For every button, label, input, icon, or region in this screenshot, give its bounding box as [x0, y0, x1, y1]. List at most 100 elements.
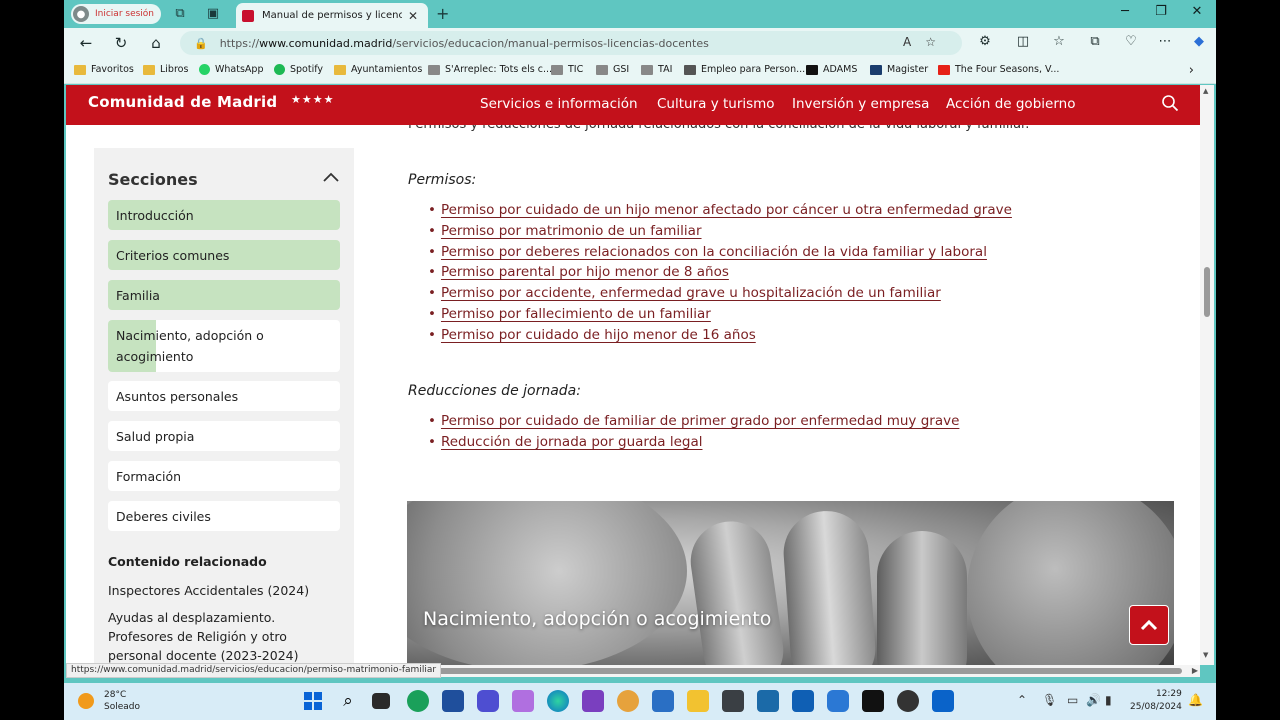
bookmark-item[interactable]: TAI	[641, 64, 672, 75]
new-tab-icon[interactable]: +	[436, 4, 449, 23]
section-familia[interactable]: Familia	[108, 280, 340, 310]
nav-cultura[interactable]: Cultura y turismo	[657, 96, 775, 112]
tab-actions-icon[interactable]: ▣	[205, 6, 221, 22]
read-aloud-icon[interactable]: A	[903, 35, 925, 49]
permiso-link[interactable]: Permiso parental por hijo menor de 8 año…	[441, 264, 729, 280]
snipping-tool-icon[interactable]	[512, 690, 534, 712]
section-criterios-comunes[interactable]: Criterios comunes	[108, 240, 340, 270]
reduccion-link[interactable]: Permiso por cuidado de familiar de prime…	[441, 413, 959, 429]
clock[interactable]: 12:29 25/08/2024	[1130, 688, 1182, 714]
copilot-icon[interactable]: ◆	[1190, 34, 1208, 49]
bookmark-item[interactable]: Ayuntamientos	[334, 64, 422, 75]
bookmarks-more-icon[interactable]: ›	[1189, 63, 1194, 78]
bookmark-item[interactable]: Libros	[143, 64, 188, 75]
site-logo[interactable]: Comunidad de Madrid	[88, 93, 277, 111]
extensions-icon[interactable]: ⚙	[976, 34, 994, 49]
favorite-star-icon[interactable]: ☆	[925, 35, 950, 49]
nav-inversion[interactable]: Inversión y empresa	[792, 96, 929, 112]
related-link[interactable]: Inspectores Accidentales (2024)	[108, 581, 328, 600]
nav-servicios[interactable]: Servicios e información	[480, 96, 638, 112]
powershell-icon[interactable]	[757, 690, 779, 712]
reduccion-link[interactable]: Reducción de jornada por guarda legal	[441, 434, 703, 450]
bookmark-item[interactable]: Magister	[870, 64, 928, 75]
section-asuntos-personales[interactable]: Asuntos personales	[108, 381, 340, 411]
scroll-down-icon[interactable]: ▼	[1203, 651, 1208, 659]
media-player-icon[interactable]	[617, 690, 639, 712]
app-grid-icon[interactable]	[827, 690, 849, 712]
hero-banner[interactable]: Nacimiento, adopción o acogimiento	[407, 501, 1174, 665]
browser-essentials-icon[interactable]: ♡	[1122, 34, 1140, 49]
task-view-icon[interactable]	[372, 693, 390, 709]
bookmark-item[interactable]: Empleo para Person...	[684, 64, 805, 75]
bookmark-item[interactable]: GSI	[596, 64, 629, 75]
bookmark-item[interactable]: ADAMS	[806, 64, 857, 75]
terminal-icon[interactable]	[862, 690, 884, 712]
store-icon[interactable]	[652, 690, 674, 712]
permiso-link[interactable]: Permiso por deberes relacionados con la …	[441, 244, 987, 260]
section-nacimiento[interactable]: Nacimiento, adopción o acogimiento	[108, 320, 340, 372]
date-text: 25/08/2024	[1130, 702, 1182, 712]
collections-icon[interactable]: ⧉	[1086, 34, 1104, 49]
section-deberes-civiles[interactable]: Deberes civiles	[108, 501, 340, 531]
list-item: Permiso por accidente, enfermedad grave …	[438, 283, 1012, 304]
outlook-new-icon[interactable]	[792, 690, 814, 712]
restore-icon[interactable]: ❐	[1146, 4, 1176, 19]
bookmark-item[interactable]: S'Arrеplec: Tots els c...	[428, 64, 552, 75]
split-screen-icon[interactable]: ◫	[1014, 34, 1032, 49]
notifications-icon[interactable]: 🔔	[1188, 693, 1203, 707]
weather-widget[interactable]: 28°C Soleado	[78, 689, 140, 713]
outlook-icon[interactable]	[932, 690, 954, 712]
scroll-up-icon[interactable]: ▲	[1203, 87, 1208, 95]
calculator-icon[interactable]	[722, 690, 744, 712]
list-item: Permiso por fallecimiento de un familiar	[438, 304, 1012, 325]
back-icon[interactable]: ←	[76, 33, 96, 53]
start-icon[interactable]	[302, 690, 324, 712]
nav-accion-gobierno[interactable]: Acción de gobierno	[946, 96, 1075, 112]
tray-overflow-icon[interactable]: ⌃	[1017, 693, 1027, 707]
app-dark-icon[interactable]	[897, 690, 919, 712]
favorites-icon[interactable]: ☆	[1050, 34, 1068, 49]
refresh-icon[interactable]: ↻	[111, 33, 131, 53]
permiso-link[interactable]: Permiso por matrimonio de un familiar	[441, 223, 702, 239]
section-formacion[interactable]: Formación	[108, 461, 340, 491]
address-bar[interactable]: 🔒 https://www.comunidad.madrid/servicios…	[180, 31, 962, 55]
volume-icon[interactable]: 🔊	[1086, 693, 1101, 707]
network-icon[interactable]: ▭	[1067, 693, 1078, 707]
edge-icon[interactable]	[547, 690, 569, 712]
workspaces-icon[interactable]: ⧉	[172, 6, 188, 22]
scrollbar-thumb[interactable]	[1204, 267, 1210, 317]
permiso-link[interactable]: Permiso por fallecimiento de un familiar	[441, 306, 711, 322]
bookmark-item[interactable]: WhatsApp	[199, 64, 263, 75]
bookmark-item[interactable]: Spotify	[274, 64, 323, 75]
tab-active[interactable]: Manual de permisos y licencias de ✕	[236, 3, 428, 28]
search-taskbar-icon[interactable]: ⌕	[337, 690, 359, 712]
bookmark-item[interactable]: TIC	[551, 64, 583, 75]
bookmark-item[interactable]: Favoritos	[74, 64, 134, 75]
battery-icon[interactable]: ▮	[1105, 693, 1112, 707]
app-green-icon[interactable]	[407, 690, 429, 712]
section-introduccion[interactable]: Introducción	[108, 200, 340, 230]
related-link[interactable]: Ayudas al desplazamiento. Profesores de …	[108, 608, 328, 665]
app-blue-icon[interactable]	[442, 690, 464, 712]
more-options-icon[interactable]: ⋯	[1156, 34, 1174, 49]
bookmark-item[interactable]: The Four Seasons, V...	[938, 64, 1059, 75]
home-icon[interactable]: ⌂	[146, 33, 166, 53]
permiso-link[interactable]: Permiso por cuidado de hijo menor de 16 …	[441, 327, 756, 343]
scroll-right-icon[interactable]: ▶	[1192, 666, 1198, 675]
close-window-icon[interactable]: ✕	[1182, 4, 1212, 19]
permiso-link[interactable]: Permiso por accidente, enfermedad grave …	[441, 285, 941, 301]
temperature: 28°C	[104, 690, 127, 700]
search-icon[interactable]	[1161, 94, 1179, 112]
minimize-icon[interactable]: ─	[1110, 4, 1140, 19]
file-explorer-icon[interactable]	[687, 690, 709, 712]
profile-button[interactable]: ● Iniciar sesión	[71, 4, 161, 24]
vertical-scrollbar[interactable]: ▲ ▼	[1200, 85, 1214, 665]
close-tab-icon[interactable]: ✕	[408, 9, 418, 23]
app-meet-icon[interactable]	[477, 690, 499, 712]
microphone-icon[interactable]: 🎙	[1042, 693, 1057, 707]
permiso-link[interactable]: Permiso por cuidado de un hijo menor afe…	[441, 202, 1012, 218]
collapse-chevron-icon[interactable]	[322, 170, 340, 184]
section-salud-propia[interactable]: Salud propia	[108, 421, 340, 451]
back-to-top-button[interactable]	[1129, 605, 1169, 645]
clipchamp-icon[interactable]	[582, 690, 604, 712]
